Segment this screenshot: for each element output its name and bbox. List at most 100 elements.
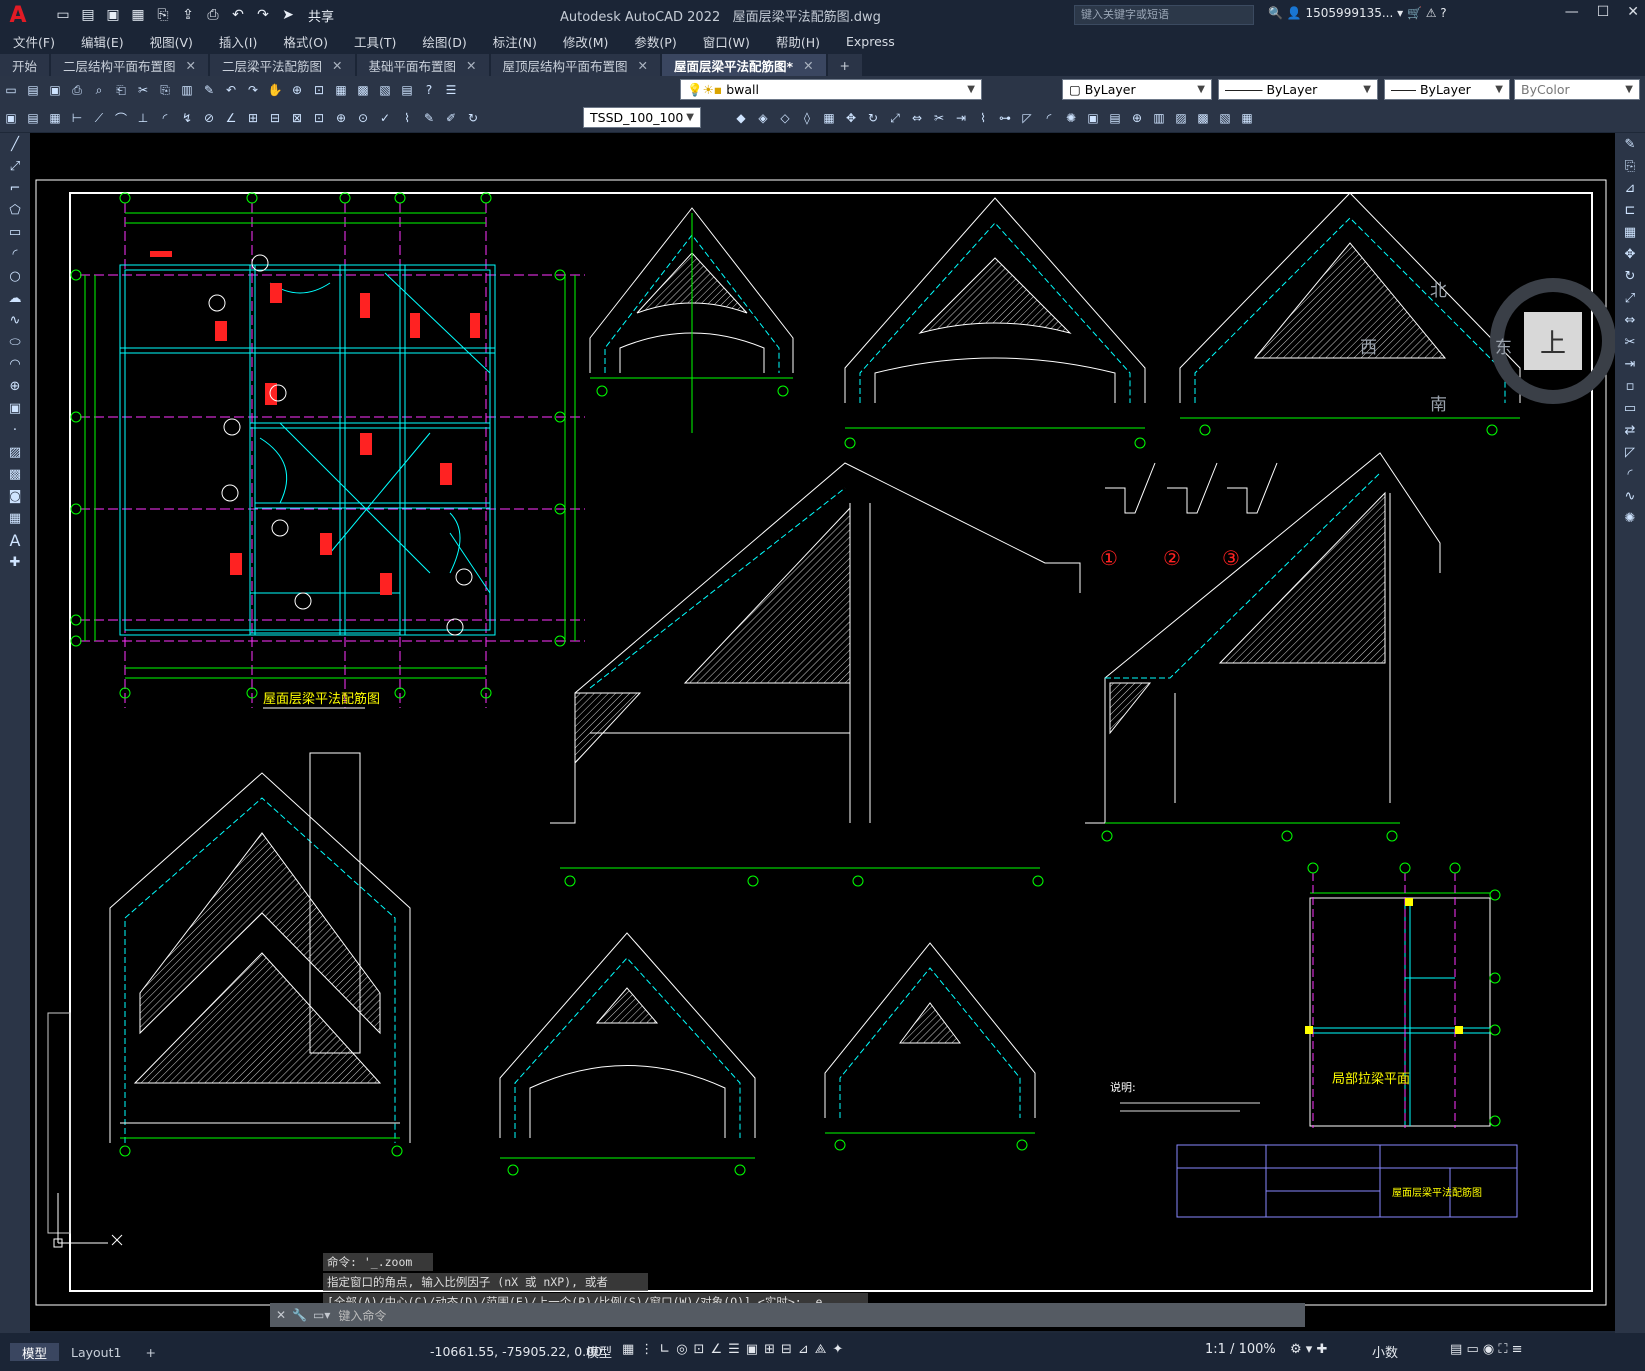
table-icon[interactable]: ▦ [1238, 109, 1256, 127]
polygon-icon[interactable]: ⬠ [0, 199, 30, 221]
dimstyle-dropdown[interactable]: TSSD_100_100 ▼ [583, 107, 701, 128]
explode-icon[interactable]: ✺ [1615, 507, 1645, 529]
ortho-icon[interactable]: ∟ [659, 1342, 676, 1357]
line-icon[interactable]: ╱ [0, 133, 30, 155]
tolerance-icon[interactable]: ⊕ [332, 109, 350, 127]
region-icon[interactable]: ▧ [1216, 109, 1234, 127]
fillet-icon[interactable]: ◜ [1615, 463, 1645, 485]
save-icon[interactable]: ▣ [102, 4, 124, 26]
stretch-icon[interactable]: ⇔ [1615, 309, 1645, 331]
table-icon[interactable]: ▦ [0, 507, 30, 529]
center-mark-icon[interactable]: ⊙ [354, 109, 372, 127]
gradient-icon[interactable]: ▩ [1194, 109, 1212, 127]
menu-item[interactable]: 参数(P) [621, 32, 689, 51]
viewcube-east[interactable]: 东 [1495, 333, 1512, 358]
tool-icon[interactable]: ▦ [46, 109, 64, 127]
viewcube-north[interactable]: 北 [1430, 276, 1447, 301]
diameter-dim-icon[interactable]: ⊘ [200, 109, 218, 127]
jogged-dim-icon[interactable]: ↯ [178, 109, 196, 127]
block-icon[interactable]: ▤ [1106, 109, 1124, 127]
recent-commands-icon[interactable]: ▭▾ [313, 1308, 330, 1322]
linear-dim-icon[interactable]: ⊢ [68, 109, 86, 127]
menu-item[interactable]: 标注(N) [480, 32, 550, 51]
redo-icon[interactable]: ↷ [252, 4, 274, 26]
osnap-icon[interactable]: ⊡ [694, 1342, 711, 1357]
jog-line-icon[interactable]: ⌇ [398, 109, 416, 127]
settings-icon[interactable]: ⚙ ▾ ✚ [1290, 1342, 1327, 1357]
scale-icon[interactable]: ⤢ [886, 109, 904, 127]
open-icon[interactable]: ▤ [24, 81, 42, 99]
arc-dim-icon[interactable]: ⌒ [112, 109, 130, 127]
linetype-dropdown[interactable]: ――― ByLayer ▼ [1218, 79, 1378, 100]
help-icon[interactable]: ? [420, 81, 438, 99]
move-icon[interactable]: ✥ [842, 109, 860, 127]
ellipse-icon[interactable]: ⬭ [0, 331, 30, 353]
offset-icon[interactable]: ⊏ [1615, 199, 1645, 221]
properties-icon[interactable]: ▦ [332, 81, 350, 99]
undo-icon[interactable]: ↶ [222, 81, 240, 99]
coordinate-readout[interactable]: -10661.55, -75905.22, 0.00 [430, 1344, 602, 1359]
workspace-icon[interactable]: ✦ [832, 1342, 849, 1357]
insert-icon[interactable]: ⊕ [1128, 109, 1146, 127]
polyline-icon[interactable]: ⌐ [0, 177, 30, 199]
menu-item[interactable]: 帮助(H) [763, 32, 833, 51]
mirror-icon[interactable]: ◇ [776, 109, 794, 127]
trim-icon[interactable]: ✂ [1615, 331, 1645, 353]
move-icon[interactable]: ✥ [1615, 243, 1645, 265]
hatch-icon[interactable]: ▨ [0, 441, 30, 463]
ellipse-arc-icon[interactable]: ◠ [0, 353, 30, 375]
group-icon[interactable]: ▣ [1084, 109, 1102, 127]
minimize-icon[interactable]: — [1565, 4, 1579, 20]
preview-icon[interactable]: ⌕ [90, 81, 108, 99]
break-icon[interactable]: ▭ [1615, 397, 1645, 419]
save-icon[interactable]: ▣ [46, 81, 64, 99]
tool-icon[interactable]: ▤ [24, 109, 42, 127]
plotstyle-dropdown[interactable]: ByColor ▼ [1514, 79, 1640, 100]
lineweight-dropdown[interactable]: ―― ByLayer ▼ [1384, 79, 1510, 100]
trim-icon[interactable]: ✂ [930, 109, 948, 127]
copy-icon[interactable]: ⎘ [1615, 155, 1645, 177]
tab-document[interactable]: 基础平面布置图 ✕ [356, 54, 489, 76]
copy-obj-icon[interactable]: ◈ [754, 109, 772, 127]
erase-icon[interactable]: ✎ [1615, 133, 1645, 155]
tab-document[interactable]: 二层梁平法配筋图 ✕ [210, 54, 355, 76]
menu-item[interactable]: 格式(O) [270, 32, 341, 51]
import-icon[interactable]: ⎘ [152, 4, 174, 26]
menu-item[interactable]: 视图(V) [137, 32, 206, 51]
add-selected-icon[interactable]: ✚ [0, 551, 30, 573]
continue-dim-icon[interactable]: ⊠ [288, 109, 306, 127]
close-tab-icon[interactable]: ✕ [803, 58, 813, 73]
make-block-icon[interactable]: ▣ [0, 397, 30, 419]
annotation-scale[interactable]: 1:1 / 100% [1205, 1342, 1276, 1357]
tab-model[interactable]: 模型 [10, 1343, 60, 1361]
mirror-icon[interactable]: ⊿ [1615, 177, 1645, 199]
cut-icon[interactable]: ✂ [134, 81, 152, 99]
menu-item[interactable]: 插入(I) [206, 32, 270, 51]
redo-icon[interactable]: ↷ [244, 81, 262, 99]
selection-cycle-icon[interactable]: ⊞ [764, 1342, 781, 1357]
undo-icon[interactable]: ↶ [227, 4, 249, 26]
zoom-icon[interactable]: ⊕ [288, 81, 306, 99]
grid-icon[interactable]: ▦ [622, 1342, 640, 1357]
break-at-point-icon[interactable]: ▫ [1615, 375, 1645, 397]
color-dropdown[interactable]: ▢ ByLayer ▼ [1062, 79, 1212, 100]
baseline-dim-icon[interactable]: ⊟ [266, 109, 284, 127]
extend-icon[interactable]: ⇥ [1615, 353, 1645, 375]
stretch-icon[interactable]: ⇔ [908, 109, 926, 127]
join-icon[interactable]: ⇄ [1615, 419, 1645, 441]
space-dim-icon[interactable]: ⊡ [310, 109, 328, 127]
annotation-icon[interactable]: ⟁ [815, 1342, 833, 1357]
drawing-canvas[interactable]: 屋面层梁平法配筋图 ① ② ③ 说明: 局部拉梁平面 屋面层梁平法配筋图 上 北… [30, 133, 1615, 1331]
spline-icon[interactable]: ∿ [0, 309, 30, 331]
new-icon[interactable]: ▭ [2, 81, 20, 99]
close-icon[interactable]: ✕ [1627, 4, 1639, 20]
viewcube-west[interactable]: 西 [1360, 333, 1377, 358]
polar-icon[interactable]: ◎ [676, 1342, 693, 1357]
units-dropdown[interactable]: 小数 [1372, 1342, 1398, 1361]
edit-dim-icon[interactable]: ✎ [420, 109, 438, 127]
edit-text-icon[interactable]: ✐ [442, 109, 460, 127]
pan-icon[interactable]: ✋ [266, 81, 284, 99]
chamfer-icon[interactable]: ◸ [1615, 441, 1645, 463]
array-icon[interactable]: ▦ [820, 109, 838, 127]
zoom-window-icon[interactable]: ⊡ [310, 81, 328, 99]
